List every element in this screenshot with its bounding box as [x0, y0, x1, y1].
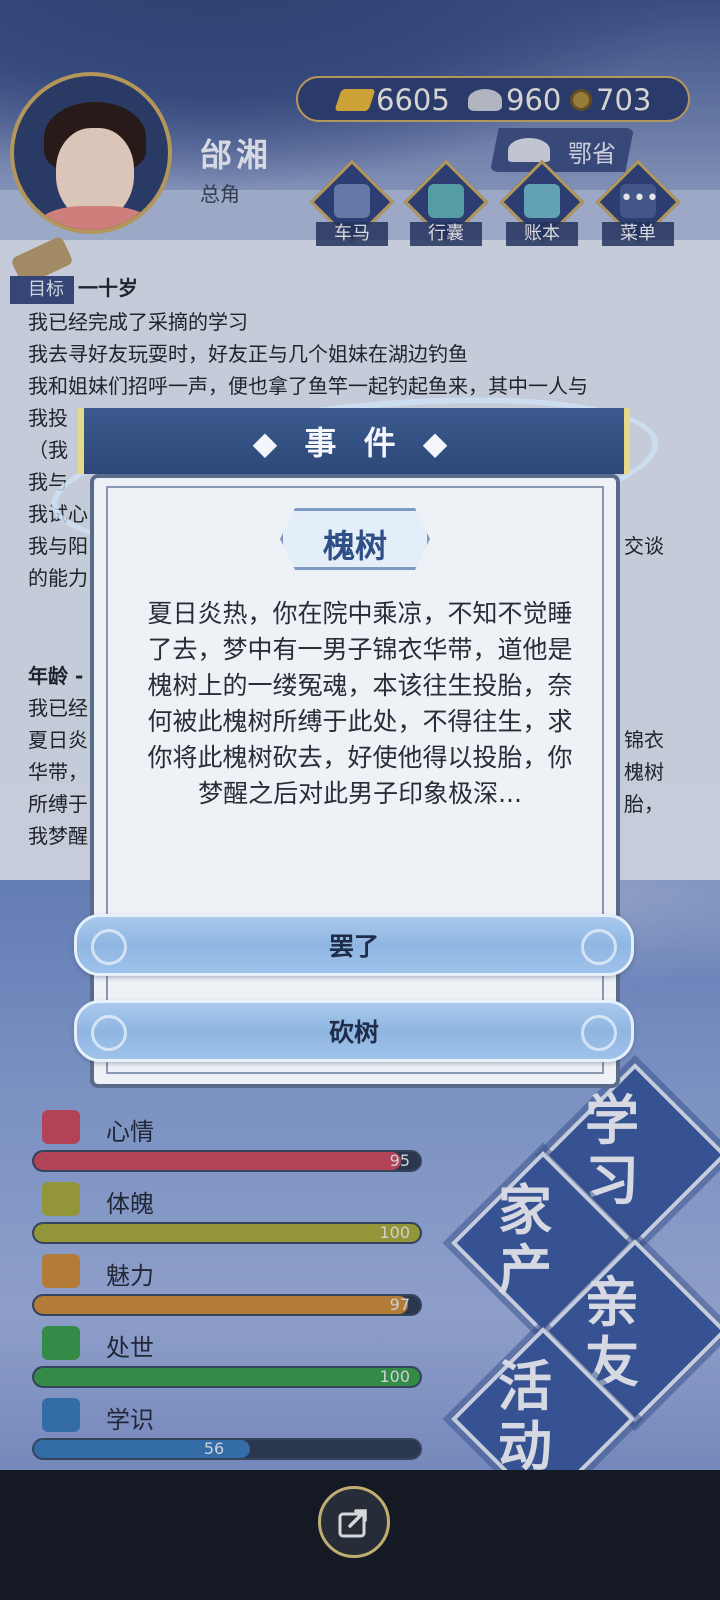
cloud-ornament-icon [581, 929, 617, 965]
choice-label: 砍树 [328, 1018, 379, 1047]
cloud-ornament-icon [581, 1015, 617, 1051]
choice-label: 罢了 [328, 932, 379, 961]
choice-button-ignore[interactable]: 罢了 [74, 914, 634, 976]
event-name-tag: 槐树 [280, 508, 430, 570]
cloud-ornament-icon [91, 1015, 127, 1051]
cloud-ornament-icon [91, 929, 127, 965]
event-name: 槐树 [322, 527, 387, 565]
event-modal-header: ◆ 事 件 ◆ [78, 408, 630, 474]
choice-button-cut-tree[interactable]: 砍树 [74, 1000, 634, 1062]
event-modal: 槐树 夏日炎热，你在院中乘凉，不知不觉睡了去，梦中有一男子锦衣华带，道他是槐树上… [90, 474, 620, 1088]
event-description: 夏日炎热，你在院中乘凉，不知不觉睡了去，梦中有一男子锦衣华带，道他是槐树上的一缕… [147, 599, 573, 808]
event-modal-title: ◆ 事 件 ◆ [252, 424, 456, 462]
